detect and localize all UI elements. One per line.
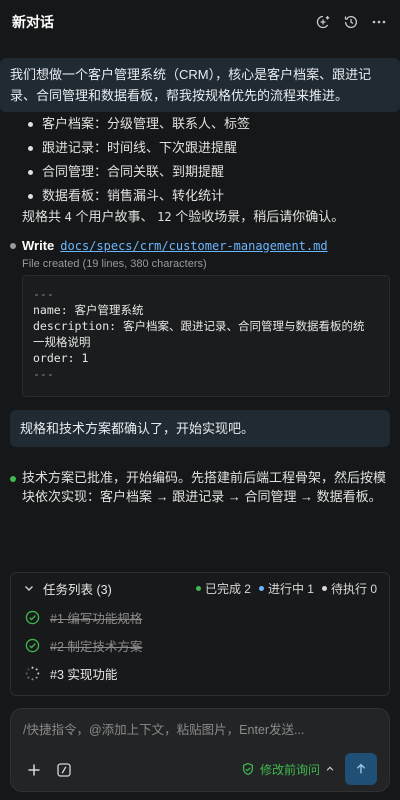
code-line: description: 客户档案、跟进记录、合同管理与数据看板的统 [33,319,365,333]
code-line: --- [33,287,54,301]
task-label: #1 编写功能规格 [50,611,143,626]
chevron-down-icon [25,586,33,591]
task-list-toggle[interactable]: 任务列表 (3) [23,579,112,598]
file-link[interactable]: docs/specs/crm/customer-management.md [60,239,327,253]
list-item: 客户档案：分级管理、联系人、标签 [26,112,386,136]
add-icon[interactable] [25,761,43,779]
task-list-header[interactable]: 任务列表 (3) 已完成 2 进行中 1 待执行 0 [11,573,389,603]
spinner-icon [25,666,40,680]
spec-summary: 规格共 4 个用户故事、 12 个验收场景，稍后请你确认。 [22,206,344,225]
composer: 修改前询问 [10,708,390,792]
task-stats: 已完成 2 进行中 1 待执行 0 [195,580,377,597]
list-item: 数据看板：销售漏斗、转化统计 [26,184,386,208]
summary-suffix: 个验收场景，稍后请你确认。 [175,209,345,224]
code-line: order: 1 [33,351,89,365]
list-item: 合同管理：合同关联、到期提醒 [26,160,386,184]
task-item[interactable]: #2 制定技术方案 [11,631,389,659]
code-line: name: 客户管理系统 [33,303,144,317]
new-chat-icon[interactable] [314,13,332,31]
check-circle-icon [25,610,40,624]
page-title: 新对话 [12,14,54,30]
header-actions [314,13,388,31]
status-dot-icon [10,476,16,482]
tool-name: Write [22,238,55,253]
task-list-title: 任务列表 (3) [43,582,112,597]
file-meta: File created (19 lines, 380 characters) [22,258,207,270]
permission-mode-selector[interactable]: 修改前询问 [241,761,335,778]
code-line: --- [33,367,54,381]
send-button[interactable] [345,753,377,785]
code-preview: --- name: 客户管理系统 description: 客户档案、跟进记录、… [22,275,390,397]
code-line: 一规格说明 [33,335,91,349]
header: 新对话 [0,0,400,44]
task-item[interactable]: #1 编写功能规格 [11,603,389,631]
spec-bullet-list: 客户档案：分级管理、联系人、标签 跟进记录：时间线、下次跟进提醒 合同管理：合同… [26,112,386,208]
stat-done-label: 已完成 2 [204,581,251,596]
chevron-up-icon [326,766,334,771]
slash-command-icon[interactable] [55,761,73,779]
assistant-text: 技术方案已批准，开始编码。先搭建前后端工程骨架，然后按模块依次实现：客户档案 →… [22,470,387,504]
message-input[interactable] [23,717,373,743]
list-item: 跟进记录：时间线、下次跟进提醒 [26,136,386,160]
status-dot-icon [10,242,16,249]
summary-mid: 个用户故事、 [75,209,154,224]
task-list-panel: 任务列表 (3) 已完成 2 进行中 1 待执行 0 #1 编写功能规格 #2 … [10,572,390,696]
user-message: 我们想做一个客户管理系统（CRM），核心是客户档案、跟进记录、合同管理和数据看板… [0,58,400,112]
arrow-up-icon [356,763,366,774]
stat-progress: 进行中 1 [258,580,314,597]
summary-prefix: 规格共 [22,209,62,224]
stat-pending-label: 待执行 0 [330,581,377,596]
check-circle-icon [25,638,40,652]
composer-actions: 修改前询问 [241,753,377,785]
assistant-message: 技术方案已批准，开始编码。先搭建前后端工程骨架，然后按模块依次实现：客户档案 →… [10,468,390,506]
composer-tools [25,761,73,779]
stat-done: 已完成 2 [195,580,251,597]
stat-progress-label: 进行中 1 [267,581,314,596]
conversation: 我们想做一个客户管理系统（CRM），核心是客户档案、跟进记录、合同管理和数据看板… [0,52,400,562]
user-message: 规格和技术方案都确认了，开始实现吧。 [10,410,390,447]
mode-label: 修改前询问 [259,762,320,777]
story-count: 4 [64,210,72,224]
task-item[interactable]: #3 实现功能 [11,659,389,687]
task-label: #3 实现功能 [50,667,118,682]
scenario-count: 12 [157,210,172,224]
stat-pending: 待执行 0 [321,580,377,597]
tool-call-write: Write docs/specs/crm/customer-management… [10,238,328,253]
history-icon[interactable] [342,13,360,31]
shield-check-icon [242,762,253,776]
more-icon[interactable] [370,13,388,31]
task-label: #2 制定技术方案 [50,639,143,654]
